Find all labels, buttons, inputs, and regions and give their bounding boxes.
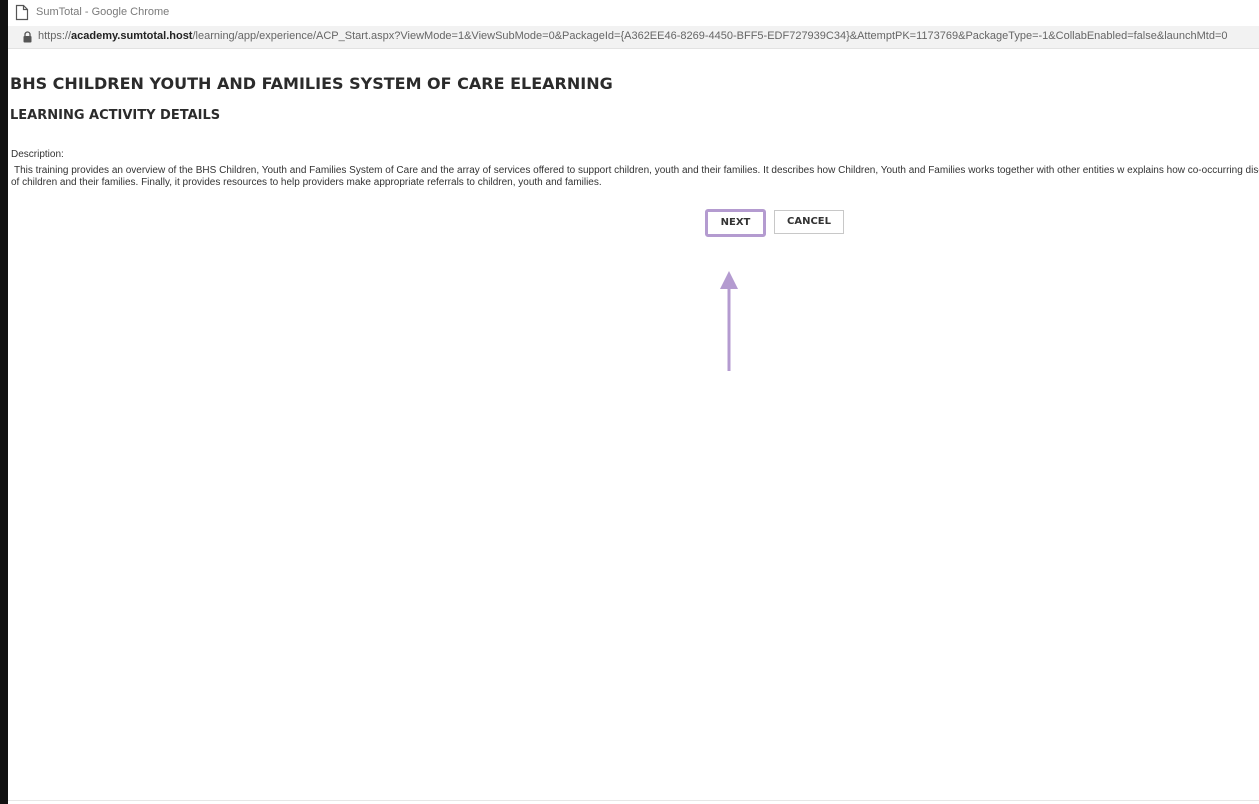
browser-window: SumTotal - Google Chrome https://academy… [0, 0, 1259, 804]
cancel-button[interactable]: CANCEL [774, 210, 844, 234]
page-content: BHS CHILDREN YOUTH AND FAMILIES SYSTEM O… [8, 66, 1259, 804]
address-bar[interactable]: https://academy.sumtotal.host/learning/a… [8, 26, 1259, 49]
next-button[interactable]: NEXT [705, 209, 766, 237]
frame-bottom-border [8, 800, 1259, 801]
description-label: Description: [11, 149, 64, 160]
window-title: SumTotal - Google Chrome [36, 6, 170, 18]
url-path: /learning/app/experience/ACP_Start.aspx?… [192, 30, 1228, 42]
left-edge [0, 0, 8, 804]
page-title: BHS CHILDREN YOUTH AND FAMILIES SYSTEM O… [10, 74, 613, 93]
description-text: This training provides an overview of th… [11, 165, 1259, 188]
url-scheme: https:// [38, 30, 72, 42]
section-heading: LEARNING ACTIVITY DETAILS [10, 108, 221, 123]
arrow-up-icon [720, 271, 738, 371]
url-text[interactable]: https://academy.sumtotal.host/learning/a… [38, 30, 1227, 42]
title-bar: SumTotal - Google Chrome [8, 0, 1259, 26]
browser-chrome: SumTotal - Google Chrome https://academy… [8, 0, 1259, 66]
page-icon [15, 4, 29, 21]
url-host: academy.sumtotal.host [71, 30, 193, 42]
lock-icon [23, 31, 32, 43]
